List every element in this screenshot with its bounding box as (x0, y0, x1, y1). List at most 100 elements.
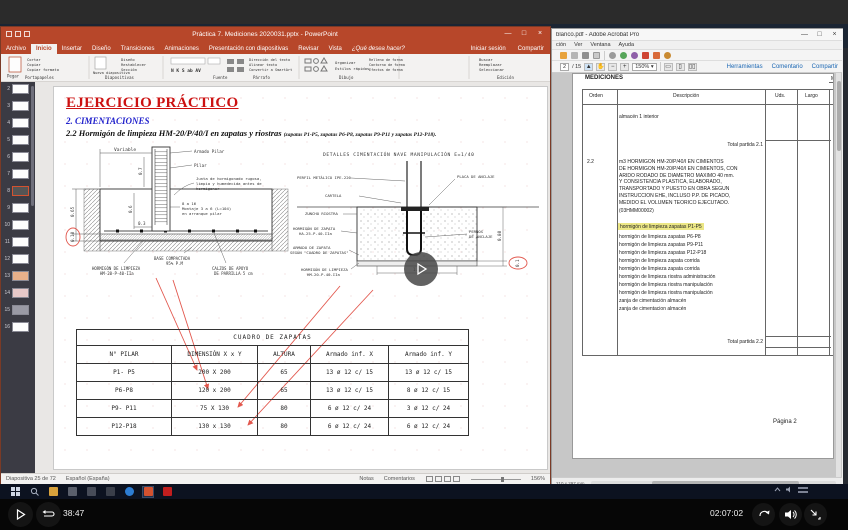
comment-icon[interactable] (620, 52, 627, 59)
tab-transiciones[interactable]: Transiciones (116, 44, 160, 54)
format-painter-button[interactable]: Copiar formato (27, 67, 60, 72)
slide-thumbnail[interactable]: 15 (3, 305, 35, 315)
tray-expand-icon[interactable] (774, 487, 781, 492)
tab-animaciones[interactable]: Animaciones (160, 44, 204, 54)
paste-label[interactable]: Pegar (7, 74, 20, 79)
quick-access-toolbar[interactable] (6, 31, 30, 37)
embedded-play-button[interactable] (404, 252, 438, 286)
search-button[interactable] (29, 487, 39, 497)
comment-link[interactable]: Comentario (772, 64, 803, 70)
font-name-box[interactable] (171, 58, 205, 64)
slide-thumbnail[interactable]: 10 (3, 220, 35, 230)
quick-styles-button[interactable]: Estilos rápidos (335, 66, 369, 71)
single-page-icon[interactable]: ▯ (676, 63, 685, 71)
comments-button[interactable]: Comentarios (384, 476, 415, 482)
start-button[interactable] (10, 487, 20, 497)
arrange-button[interactable]: Organizar (335, 60, 356, 65)
vertical-scrollbar[interactable] (836, 73, 841, 477)
save-icon[interactable] (571, 52, 578, 59)
zoom-out-button[interactable]: − (608, 63, 617, 71)
font-style-buttons[interactable]: N K S ab AV (171, 68, 201, 74)
slide-thumbnail[interactable]: 11 (3, 237, 35, 247)
notes-button[interactable]: Notas (359, 476, 373, 482)
pdf-document-area[interactable]: MEDICIONES Orden Descripción Uds. Largo … (552, 73, 842, 477)
new-slide-icon[interactable] (95, 57, 106, 69)
shape-outline-button[interactable]: Contorno de forma (369, 63, 405, 67)
section-button[interactable]: Sección (121, 67, 137, 72)
paragraph-align-icons[interactable] (227, 59, 244, 72)
slide-thumbnail[interactable]: 14 (3, 288, 35, 298)
stamp-icon[interactable] (631, 52, 638, 59)
pdf-export-icon[interactable] (642, 52, 649, 59)
two-page-icon[interactable]: ▯▯ (688, 63, 697, 71)
shapes-gallery[interactable] (305, 58, 327, 71)
slide-thumbnail[interactable]: 12 (3, 254, 35, 264)
select-button[interactable]: Seleccionar (479, 67, 505, 72)
taskbar-app[interactable] (67, 487, 77, 497)
smartart-button[interactable]: Convertir a SmartArt (249, 68, 292, 72)
maximize-button[interactable]: □ (516, 27, 532, 41)
minimize-button[interactable]: — (500, 27, 516, 41)
pdf-create-icon[interactable] (653, 52, 660, 59)
zoom-level-select[interactable]: 150% ▾ (632, 63, 656, 71)
share-button[interactable]: Compartir (512, 44, 550, 54)
scroll-mode-icon[interactable]: ▭ (664, 63, 673, 71)
view-buttons[interactable] (425, 476, 461, 482)
tab-diseno[interactable]: Diseño (87, 44, 116, 54)
pip-minimize-button[interactable] (804, 503, 827, 526)
tab-vista[interactable]: Vista (324, 44, 347, 54)
taskbar-app-powerpoint-active[interactable] (143, 487, 153, 497)
taskbar-app-explorer[interactable] (48, 487, 58, 497)
text-direction-button[interactable]: Dirección del texto (249, 58, 290, 62)
print-icon[interactable] (582, 52, 589, 59)
zoom-slider[interactable] (471, 479, 521, 480)
open-file-icon[interactable] (560, 52, 567, 59)
tab-inicio[interactable]: Inicio (31, 44, 57, 54)
taskbar-app-acrobat[interactable] (162, 487, 172, 497)
align-text-button[interactable]: Alinear texto (249, 63, 277, 67)
menu-ayuda[interactable]: Ayuda (619, 42, 635, 48)
menu-ver[interactable]: Ver (574, 42, 582, 48)
taskbar-app[interactable] (86, 487, 96, 497)
volume-button[interactable] (779, 503, 802, 526)
menu-partial[interactable]: ción (556, 42, 566, 48)
slide-thumbnail[interactable]: 16 (3, 322, 35, 332)
undo-icon[interactable] (15, 31, 21, 37)
gear-icon[interactable] (609, 52, 616, 59)
save-icon[interactable] (6, 31, 12, 37)
menu-ventana[interactable]: Ventana (590, 42, 610, 48)
shape-effects-button[interactable]: Efectos de forma (369, 68, 403, 72)
close-button[interactable]: × (532, 27, 548, 41)
tab-revisar[interactable]: Revisar (293, 44, 323, 54)
system-tray[interactable] (774, 486, 808, 493)
zoom-level[interactable]: 156% (531, 476, 545, 482)
hand-tool[interactable]: ✋ (596, 63, 605, 71)
tray-clock-area[interactable] (798, 487, 808, 493)
tab-presentacion[interactable]: Presentación con diapositivas (204, 44, 293, 54)
maximize-button[interactable]: □ (812, 31, 827, 38)
zoom-in-button[interactable]: + (620, 63, 629, 71)
taskbar-app-browser[interactable] (124, 487, 134, 497)
sign-in-button[interactable]: Iniciar sesión (465, 44, 512, 54)
minimize-button[interactable]: — (797, 31, 812, 38)
slide-thumbnail[interactable]: 13 (3, 271, 35, 281)
skip-forward-button[interactable] (752, 503, 775, 526)
close-button[interactable]: × (827, 31, 842, 38)
paste-icon[interactable] (9, 57, 21, 72)
replay-button[interactable] (36, 502, 61, 527)
page-number-input[interactable]: 2 (560, 63, 569, 71)
select-tool[interactable]: ▲ (584, 63, 593, 71)
tab-insertar[interactable]: Insertar (57, 44, 87, 54)
share-link[interactable]: Compartir (812, 64, 838, 70)
slide-canvas[interactable]: EJERCICIO PRÁCTICO 2. CIMENTACIONES 2.2 … (53, 86, 548, 470)
play-button[interactable] (8, 502, 33, 527)
font-size-box[interactable] (208, 58, 220, 64)
send-icon[interactable] (664, 52, 671, 59)
tab-archivo[interactable]: Archivo (1, 44, 31, 54)
language-indicator[interactable]: Español (España) (66, 476, 110, 482)
shape-fill-button[interactable]: Relleno de forma (369, 58, 403, 62)
tools-link[interactable]: Herramientas (727, 64, 763, 70)
thumbnail-scrollbar[interactable] (31, 86, 34, 206)
volume-tray-icon[interactable] (786, 486, 793, 493)
slide-thumbnail-panel[interactable]: 2 3 4 5 6 7 8 9 10 11 12 13 14 15 16 (1, 82, 35, 473)
